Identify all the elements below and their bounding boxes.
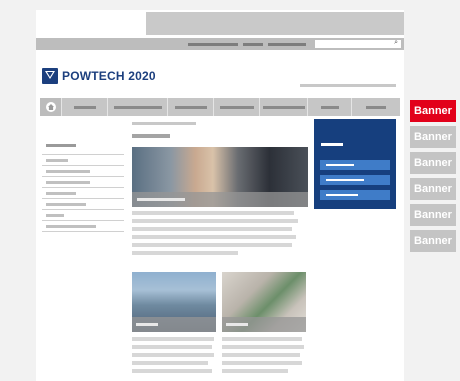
banner-button-6[interactable]: Banner: [410, 230, 456, 252]
sidebar-item[interactable]: [42, 176, 124, 187]
nav-item[interactable]: [260, 98, 308, 116]
header-tagline: [300, 84, 396, 87]
highlight-link[interactable]: [320, 190, 390, 200]
utility-link[interactable]: [188, 43, 238, 46]
news-card[interactable]: [222, 272, 306, 373]
logo[interactable]: POWTECH 2020: [42, 67, 156, 85]
logo-text: POWTECH 2020: [62, 69, 156, 83]
banner-button-4[interactable]: Banner: [410, 178, 456, 200]
nav-item[interactable]: [62, 98, 108, 116]
card-caption: [132, 317, 216, 332]
sidebar-item[interactable]: [42, 187, 124, 198]
banner-button-3[interactable]: Banner: [410, 152, 456, 174]
top-ad-banner[interactable]: [146, 12, 404, 35]
utility-link[interactable]: [243, 43, 263, 46]
article-kicker: [132, 122, 196, 125]
nav-item[interactable]: [308, 98, 352, 116]
highlight-link[interactable]: [320, 175, 390, 185]
nav-item[interactable]: [168, 98, 214, 116]
hero-caption: [132, 192, 308, 207]
sidebar-divider: [42, 231, 124, 233]
card-image[interactable]: [132, 272, 216, 332]
sidebar-title: [46, 144, 76, 147]
nav-item[interactable]: [108, 98, 168, 116]
article-teaser: [132, 211, 308, 255]
card-image[interactable]: [222, 272, 306, 332]
sidebar-item[interactable]: [42, 154, 124, 165]
highlight-box-title: [321, 143, 343, 146]
sidebar-menu: [42, 144, 124, 233]
card-caption: [222, 317, 306, 332]
nav-item[interactable]: [352, 98, 400, 116]
sidebar-item[interactable]: [42, 220, 124, 231]
main-content: [132, 122, 308, 255]
banner-button-1[interactable]: Banner: [410, 100, 456, 122]
news-card[interactable]: [132, 272, 216, 373]
banner-button-2[interactable]: Banner: [410, 126, 456, 148]
search-input[interactable]: ⌕: [315, 38, 401, 48]
nav-item[interactable]: [214, 98, 260, 116]
utility-link[interactable]: [268, 43, 306, 46]
logo-mark-icon: [42, 68, 58, 84]
main-navigation: [40, 98, 400, 116]
sidebar-item[interactable]: [42, 209, 124, 220]
highlight-box: [314, 119, 396, 209]
page-frame: ⌕ POWTECH 2020: [36, 10, 404, 381]
home-icon: [46, 102, 56, 112]
utility-bar: ⌕: [36, 38, 404, 50]
search-icon[interactable]: ⌕: [394, 38, 398, 48]
hero-image[interactable]: [132, 147, 308, 207]
article-headline: [132, 134, 170, 138]
nav-home[interactable]: [40, 98, 62, 116]
highlight-link[interactable]: [320, 160, 390, 170]
sidebar-item[interactable]: [42, 165, 124, 176]
banner-button-5[interactable]: Banner: [410, 204, 456, 226]
sidebar-item[interactable]: [42, 198, 124, 209]
